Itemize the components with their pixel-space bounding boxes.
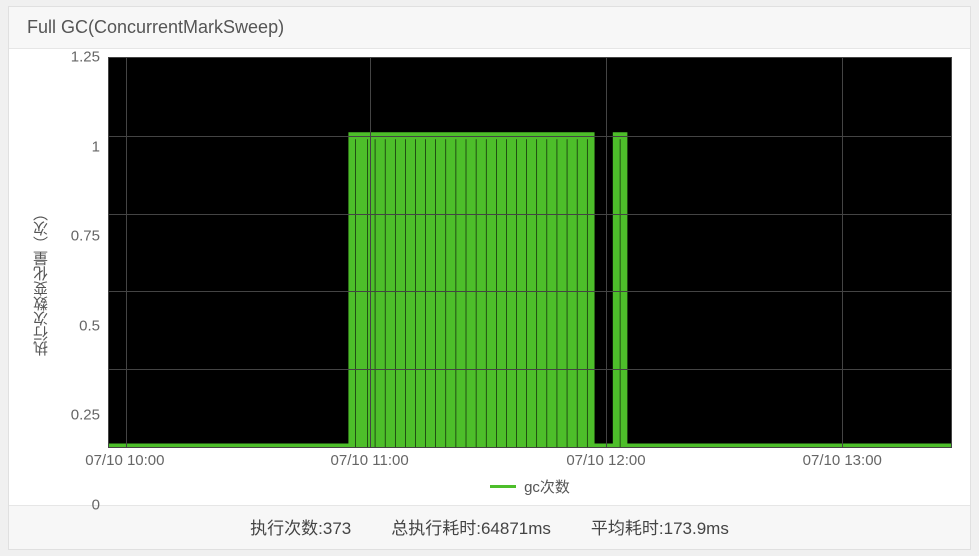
legend-swatch [490,485,516,488]
x-tick: 07/10 11:00 [331,452,409,469]
plot-row: 执行次数变化量（次） 1.2510.750.50.250 07/10 10:00… [27,57,952,505]
stat-total: 总执行耗时:64871ms [391,514,551,539]
plot-area[interactable] [108,57,952,448]
series-line [109,58,951,447]
grid-line-h [109,369,951,370]
panel-title: Full GC(ConcurrentMarkSweep) [9,7,970,49]
x-tick: 07/10 13:00 [803,452,882,469]
y-tick: 0.5 [79,317,100,334]
y-tick: 1 [92,138,100,155]
stat-count: 执行次数:373 [250,514,351,539]
grid-line-v [842,58,843,447]
grid-line-v [370,58,371,447]
y-tick: 1.25 [71,49,100,66]
y-axis-title: 执行次数变化量（次） [27,206,52,356]
y-tick: 0 [92,497,100,514]
grid-line-v [606,58,607,447]
y-tick: 0.25 [71,407,100,424]
x-tick: 07/10 12:00 [566,452,645,469]
plot-column: 07/10 10:0007/10 11:0007/10 12:0007/10 1… [108,57,952,505]
grid-line-v [126,58,127,447]
chart-body: 执行次数变化量（次） 1.2510.750.50.250 07/10 10:00… [9,49,970,505]
y-tick: 0.75 [71,228,100,245]
x-axis-ticks: 07/10 10:0007/10 11:0007/10 12:0007/10 1… [108,448,952,472]
grid-line-h [109,291,951,292]
x-tick: 07/10 10:00 [85,452,164,469]
y-axis-title-wrap: 执行次数变化量（次） [27,57,52,505]
chart-panel: Full GC(ConcurrentMarkSweep) 执行次数变化量（次） … [8,6,971,550]
legend: gc次数 [108,472,952,505]
legend-label: gc次数 [524,476,570,497]
stats-row: 执行次数:373 总执行耗时:64871ms 平均耗时:173.9ms [9,505,970,549]
y-axis-ticks: 1.2510.750.50.250 [52,57,108,505]
grid-line-h [109,136,951,137]
stat-avg: 平均耗时:173.9ms [591,514,729,539]
grid-line-h [109,214,951,215]
